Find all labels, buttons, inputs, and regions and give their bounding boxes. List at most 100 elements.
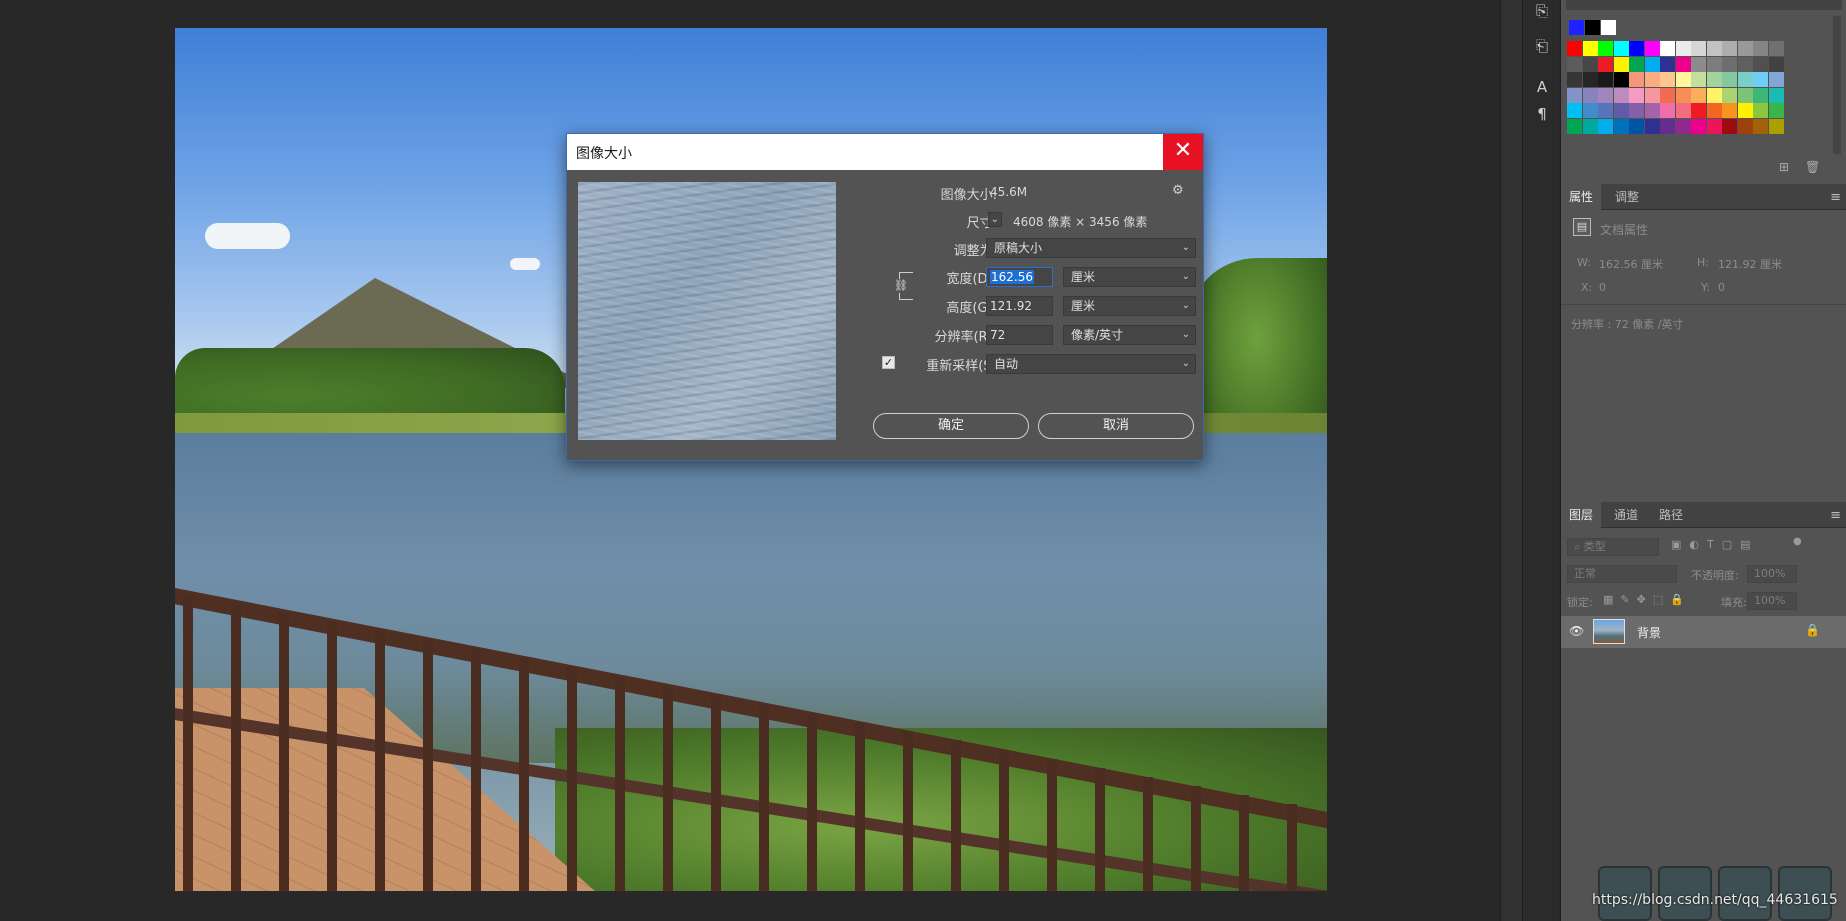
swatch[interactable] bbox=[1675, 41, 1691, 56]
swatch[interactable] bbox=[1753, 72, 1768, 87]
swatch[interactable] bbox=[1722, 72, 1737, 87]
width-input[interactable]: 162.56 bbox=[986, 267, 1053, 287]
swatch[interactable] bbox=[1768, 72, 1784, 87]
swatch[interactable] bbox=[1753, 103, 1768, 118]
swatch[interactable] bbox=[1706, 56, 1722, 72]
swatch[interactable] bbox=[1629, 87, 1644, 103]
swatch[interactable] bbox=[1722, 118, 1737, 134]
swatches-scrollbar[interactable] bbox=[1833, 16, 1841, 154]
panel-menu-icon[interactable]: ≡ bbox=[1830, 508, 1841, 523]
swatch[interactable] bbox=[1660, 72, 1675, 87]
preview-thumbnail[interactable] bbox=[578, 182, 836, 440]
swatch[interactable] bbox=[1675, 56, 1691, 72]
swatch[interactable] bbox=[1582, 41, 1598, 56]
swatch[interactable] bbox=[1706, 41, 1722, 56]
swatch[interactable] bbox=[1691, 103, 1706, 118]
swatch[interactable] bbox=[1691, 41, 1706, 56]
swatch[interactable] bbox=[1660, 56, 1675, 72]
swatch[interactable] bbox=[1644, 56, 1660, 72]
swatch[interactable] bbox=[1644, 41, 1660, 56]
swatch[interactable] bbox=[1753, 87, 1768, 103]
swatch[interactable] bbox=[1582, 72, 1598, 87]
swatch[interactable] bbox=[1675, 118, 1691, 134]
swatch[interactable] bbox=[1613, 103, 1629, 118]
swatch[interactable] bbox=[1660, 118, 1675, 134]
dimensions-unit-dropdown[interactable]: ⌄ bbox=[988, 212, 1002, 227]
swatch[interactable] bbox=[1598, 87, 1613, 103]
swatch[interactable] bbox=[1598, 41, 1613, 56]
tab-adjustments[interactable]: 调整 bbox=[1607, 184, 1647, 210]
swatch[interactable] bbox=[1722, 103, 1737, 118]
swatch[interactable] bbox=[1569, 20, 1584, 35]
filter-toggle-icon[interactable]: ● bbox=[1793, 536, 1802, 547]
paragraph-icon[interactable]: ¶ bbox=[1531, 103, 1553, 125]
resolution-unit-dropdown[interactable]: 像素/英寸 ⌄ bbox=[1063, 325, 1196, 345]
resample-dropdown[interactable]: 自动 ⌄ bbox=[986, 354, 1196, 374]
swatch[interactable] bbox=[1613, 72, 1629, 87]
swatch[interactable] bbox=[1660, 41, 1675, 56]
swatch[interactable] bbox=[1737, 87, 1753, 103]
swatch[interactable] bbox=[1660, 103, 1675, 118]
new-swatch-icon[interactable]: ⊞ bbox=[1779, 160, 1789, 174]
swatch[interactable] bbox=[1691, 87, 1706, 103]
swatch[interactable] bbox=[1629, 103, 1644, 118]
swatch[interactable] bbox=[1613, 41, 1629, 56]
ok-button[interactable]: 确定 bbox=[873, 413, 1029, 439]
swatch[interactable] bbox=[1567, 56, 1582, 72]
swatch[interactable] bbox=[1722, 56, 1737, 72]
swatch[interactable] bbox=[1629, 41, 1644, 56]
layer-filter-select[interactable]: ⌕ 类型 bbox=[1567, 538, 1659, 556]
swatch[interactable] bbox=[1691, 118, 1706, 134]
swatch[interactable] bbox=[1737, 56, 1753, 72]
tab-paths[interactable]: 路径 bbox=[1651, 502, 1691, 528]
swatch[interactable] bbox=[1644, 72, 1660, 87]
swatch[interactable] bbox=[1567, 87, 1582, 103]
swatch[interactable] bbox=[1582, 56, 1598, 72]
swatch[interactable] bbox=[1660, 87, 1675, 103]
swatch[interactable] bbox=[1613, 87, 1629, 103]
swatch[interactable] bbox=[1706, 87, 1722, 103]
swatch[interactable] bbox=[1737, 118, 1753, 134]
swatch[interactable] bbox=[1629, 72, 1644, 87]
swatch[interactable] bbox=[1629, 118, 1644, 134]
swatch[interactable] bbox=[1598, 56, 1613, 72]
swatch[interactable] bbox=[1567, 103, 1582, 118]
swatch[interactable] bbox=[1737, 103, 1753, 118]
swatch[interactable] bbox=[1722, 87, 1737, 103]
lock-icons[interactable]: ▦✎✥⬚🔒 bbox=[1603, 593, 1691, 606]
swatch[interactable] bbox=[1706, 103, 1722, 118]
swatch[interactable] bbox=[1722, 41, 1737, 56]
swatch[interactable] bbox=[1644, 103, 1660, 118]
swatch[interactable] bbox=[1629, 56, 1644, 72]
layer-row-background[interactable]: 👁 背景 🔒 bbox=[1561, 616, 1846, 648]
gear-icon[interactable]: ⚙ bbox=[1172, 183, 1184, 198]
swatch[interactable] bbox=[1613, 56, 1629, 72]
swatch[interactable] bbox=[1598, 118, 1613, 134]
swatch[interactable] bbox=[1582, 87, 1598, 103]
close-button[interactable]: ✕ bbox=[1163, 134, 1203, 170]
swatch[interactable] bbox=[1585, 20, 1600, 35]
height-unit-dropdown[interactable]: 厘米 ⌄ bbox=[1063, 296, 1196, 316]
swatch[interactable] bbox=[1691, 72, 1706, 87]
swatch[interactable] bbox=[1737, 72, 1753, 87]
swatch[interactable] bbox=[1567, 118, 1582, 134]
panel-menu-icon[interactable]: ≡ bbox=[1830, 190, 1841, 205]
cancel-button[interactable]: 取消 bbox=[1038, 413, 1194, 439]
swatch[interactable] bbox=[1675, 72, 1691, 87]
swatch[interactable] bbox=[1582, 118, 1598, 134]
swatch[interactable] bbox=[1768, 118, 1784, 134]
swatch[interactable] bbox=[1768, 87, 1784, 103]
swatch[interactable] bbox=[1598, 103, 1613, 118]
swatch[interactable] bbox=[1753, 41, 1768, 56]
swatch[interactable] bbox=[1644, 87, 1660, 103]
character-icon[interactable]: A bbox=[1531, 76, 1553, 98]
resolution-input[interactable]: 72 bbox=[986, 325, 1053, 345]
swatch[interactable] bbox=[1768, 103, 1784, 118]
swatch[interactable] bbox=[1613, 118, 1629, 134]
opacity-input[interactable]: 100% bbox=[1747, 565, 1797, 583]
swatch[interactable] bbox=[1706, 118, 1722, 134]
swatch[interactable] bbox=[1567, 72, 1582, 87]
swatch[interactable] bbox=[1598, 72, 1613, 87]
fit-to-dropdown[interactable]: 原稿大小 ⌄ bbox=[986, 238, 1196, 258]
swatch[interactable] bbox=[1582, 103, 1598, 118]
